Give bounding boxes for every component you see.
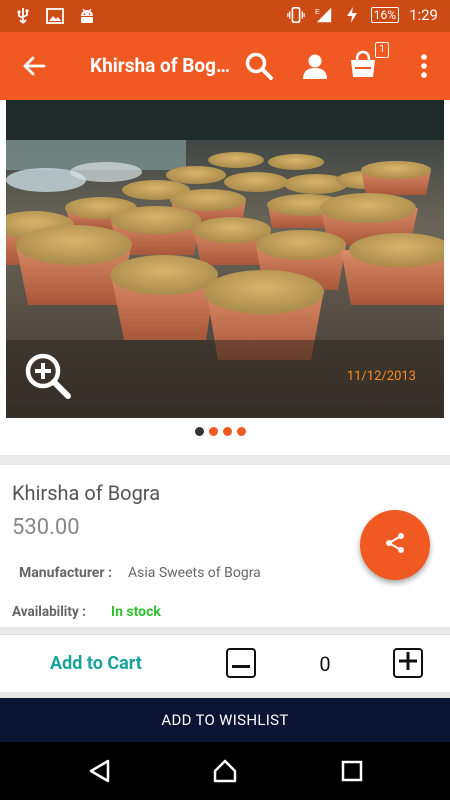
image-icon [46, 6, 64, 26]
nav-home-icon[interactable] [212, 758, 238, 784]
system-navigation-bar [0, 742, 450, 800]
battery-level: 16% [370, 7, 400, 23]
pager-dot[interactable] [237, 427, 246, 436]
signal-icon: E [315, 5, 333, 25]
share-icon [383, 531, 407, 559]
search-icon[interactable] [243, 50, 275, 82]
minus-icon [232, 654, 250, 673]
increase-quantity-button[interactable] [393, 648, 423, 678]
cart-button[interactable]: 1 [347, 42, 389, 83]
android-icon [78, 6, 96, 26]
charging-icon [343, 5, 361, 25]
product-name: Khirsha of Bogra [12, 481, 161, 505]
usb-icon [14, 6, 32, 26]
decrease-quantity-button[interactable] [226, 648, 256, 678]
photo-date: 11/12/2013 [346, 369, 416, 384]
vibrate-icon [287, 5, 305, 25]
app-toolbar: Khirsha of Bogra 1 [0, 32, 450, 100]
product-price: 530.00 [12, 515, 80, 540]
pager-dot[interactable] [209, 427, 218, 436]
nav-recents-icon[interactable] [339, 758, 365, 784]
plus-icon [399, 652, 417, 674]
page-title: Khirsha of Bogra [90, 54, 232, 77]
share-button[interactable] [360, 510, 430, 580]
more-vert-icon[interactable] [408, 50, 440, 82]
cart-count-badge: 1 [375, 42, 389, 58]
manufacturer-label: Manufacturer : [19, 565, 112, 581]
shopping-bag-icon [348, 49, 378, 83]
product-gallery: 11/12/2013 [0, 100, 450, 455]
availability-value: In stock [111, 604, 161, 620]
account-icon[interactable] [299, 50, 331, 82]
gallery-pager[interactable] [195, 427, 246, 436]
manufacturer-value: Asia Sweets of Bogra [128, 565, 261, 581]
clock: 1:29 [409, 6, 438, 24]
battery-indicator: 16% [370, 7, 400, 23]
add-to-cart-button[interactable]: Add to Cart [50, 653, 142, 674]
pager-dot[interactable] [195, 427, 204, 436]
pager-dot[interactable] [223, 427, 232, 436]
availability-label: Availability : [12, 604, 86, 620]
svg-text:E: E [315, 7, 320, 16]
cart-controls: Add to Cart 0 [0, 634, 450, 692]
product-info: Khirsha of Bogra 530.00 Manufacturer : A… [0, 465, 450, 627]
quantity-value: 0 [319, 652, 331, 676]
status-bar: E 16% 1:29 [0, 0, 450, 32]
nav-back-icon[interactable] [87, 758, 113, 784]
back-arrow-icon[interactable] [20, 52, 48, 80]
add-to-wishlist-button[interactable]: ADD TO WISHLIST [0, 698, 450, 742]
zoom-in-icon[interactable] [24, 352, 72, 400]
